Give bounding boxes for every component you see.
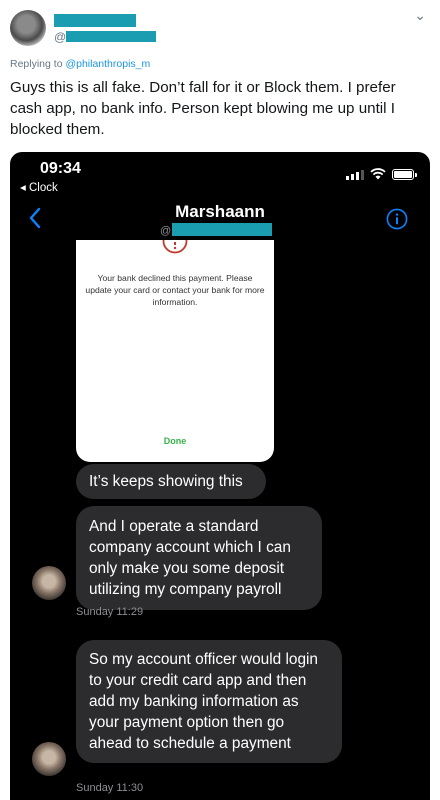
message-bubble[interactable]: And I operate a standard company account… — [76, 506, 322, 610]
done-button[interactable]: Done — [76, 436, 274, 446]
status-icons — [346, 166, 417, 180]
chevron-down-icon[interactable]: ⌄ — [414, 8, 426, 22]
status-time: 09:34 — [40, 160, 81, 177]
tweet-text: Guys this is all fake. Don’t fall for it… — [10, 79, 396, 138]
message-bubble[interactable]: It’s keeps showing this — [76, 464, 266, 499]
phone-screenshot[interactable]: 09:34 ◂ Clock Marshaann @ Your bank decl… — [10, 152, 430, 800]
battery-icon — [392, 169, 417, 180]
signal-icon — [346, 170, 364, 180]
contact-handle-prefix: @ — [160, 225, 172, 237]
redacted-contact-handle — [172, 223, 272, 236]
author-avatar[interactable] — [10, 10, 46, 46]
contact-name[interactable]: Marshaann — [10, 202, 430, 222]
tweet-header: @ ⌄ — [10, 8, 430, 52]
replying-prefix: Replying to — [10, 58, 63, 70]
wifi-icon — [370, 168, 386, 180]
author-handle-prefix: @ — [54, 30, 67, 44]
message-bubble[interactable]: So my account officer would login to you… — [76, 640, 342, 763]
payment-declined-message: Your bank declined this payment. Please … — [85, 273, 265, 307]
payment-declined-screenshot[interactable]: Your bank declined this payment. Please … — [76, 240, 274, 462]
info-icon[interactable] — [386, 208, 408, 230]
redacted-display-name — [54, 14, 136, 27]
status-back-app: ◂ Clock — [20, 182, 58, 194]
sender-avatar[interactable] — [32, 742, 66, 776]
replying-mention-link[interactable]: @philanthropis_m — [65, 58, 150, 70]
sender-avatar[interactable] — [32, 566, 66, 600]
message-timestamp: Sunday 11:30 — [76, 782, 144, 794]
alert-icon — [162, 240, 188, 254]
replying-to: Replying to @philanthropis_m — [10, 58, 150, 70]
redacted-handle — [66, 31, 156, 42]
message-timestamp: Sunday 11:29 — [76, 606, 144, 618]
